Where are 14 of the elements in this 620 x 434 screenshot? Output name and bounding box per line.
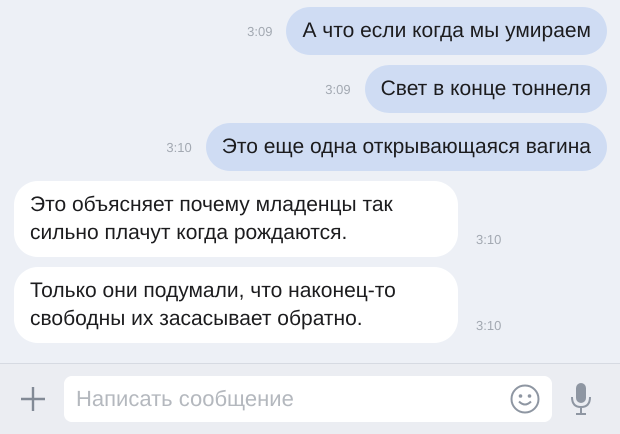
- message-bubble: А что если когда мы умираем: [286, 7, 607, 55]
- message-time: 3:10: [476, 318, 502, 333]
- message-bubble: Только они подумали, что наконец-то свободны их засасывает обратно.: [14, 267, 458, 343]
- emoji-icon[interactable]: [510, 384, 540, 414]
- message-bubble: Свет в конце тоннеля: [364, 65, 607, 113]
- microphone-icon[interactable]: [570, 382, 592, 416]
- message-time: 3:10: [476, 232, 502, 247]
- add-icon[interactable]: [20, 386, 46, 412]
- message-time: 3:09: [247, 24, 272, 38]
- message-bubble: Это объясняет почему младенцы так сильно плачут когда рождаются.: [14, 181, 458, 257]
- message-bubble: Это еще одна открывающаяся вагина: [206, 123, 607, 171]
- message-time: 3:10: [166, 140, 192, 154]
- message-time: 3:09: [325, 82, 351, 96]
- message-input[interactable]: Написать сообщение: [64, 376, 552, 422]
